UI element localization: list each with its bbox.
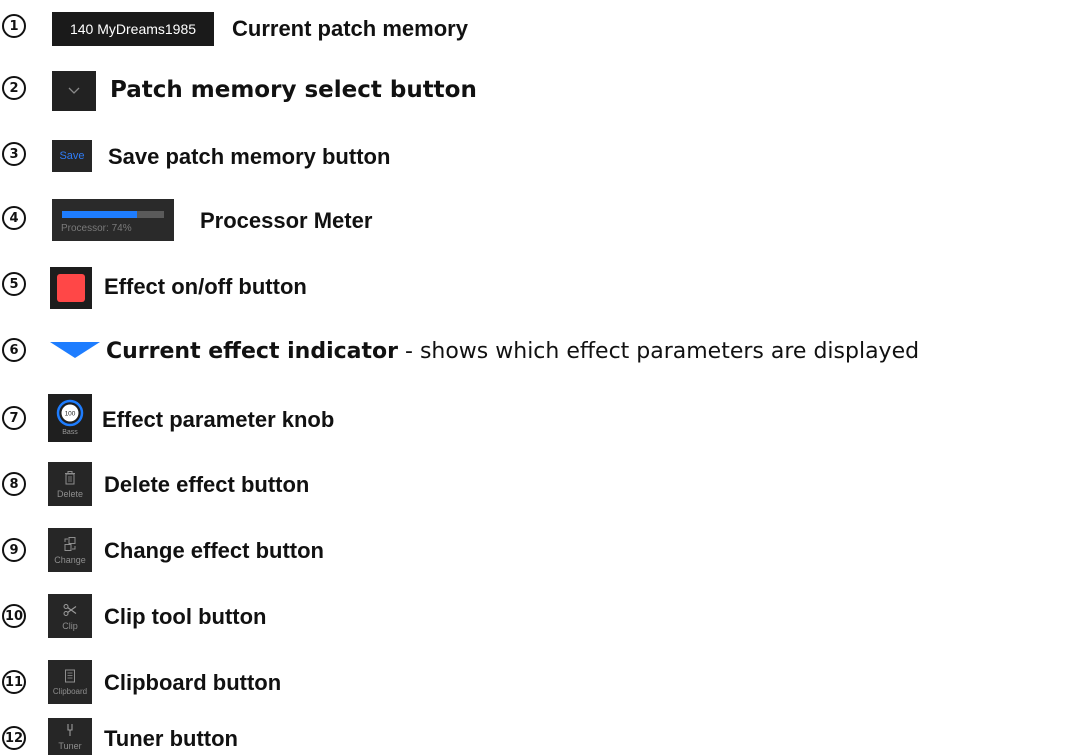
number-badge: 3 — [2, 142, 26, 166]
legend-row-7: 7 100 Bass Effect parameter knob — [0, 394, 600, 442]
legend-row-4: 4 Processor: 74% Processor Meter — [0, 198, 600, 241]
legend-row-6: 6 Current effect indicator - shows which… — [0, 330, 1090, 370]
button-label: Change — [54, 554, 86, 565]
legend-label: Processor Meter — [200, 208, 373, 233]
legend-row-1: 1 140 MyDreams1985 Current patch memory — [0, 6, 600, 46]
number-badge: 1 — [2, 14, 26, 38]
legend-row-12: 12 Tuner Tuner button — [0, 712, 600, 755]
change-effect-button[interactable]: Change — [48, 528, 92, 572]
legend-label: Patch memory select button — [110, 77, 477, 103]
legend-label: Tuner button — [104, 726, 238, 751]
current-patch-memory-display[interactable]: 140 MyDreams1985 — [52, 12, 214, 46]
button-label: Clipboard — [52, 687, 88, 696]
legend-label: Clip tool button — [104, 604, 267, 629]
effect-on-off-button[interactable] — [50, 267, 92, 309]
clipboard-button[interactable]: Clipboard — [48, 660, 92, 704]
legend-label: Save patch memory button — [108, 144, 391, 169]
legend-row-3: 3 Save Save patch memory button — [0, 134, 600, 174]
number-badge: 7 — [2, 406, 26, 430]
number-badge: 9 — [2, 538, 26, 562]
legend-label: Current effect indicator - shows which e… — [106, 339, 919, 364]
number-badge: 6 — [2, 338, 26, 362]
scissors-icon — [63, 603, 77, 616]
button-label: Clip — [62, 620, 78, 631]
legend-row-8: 8 Delete Delete effect button — [0, 462, 600, 506]
button-label: Tuner — [58, 741, 82, 751]
processor-meter-track — [62, 211, 164, 218]
legend-row-2: 2 Patch memory select button — [0, 68, 600, 111]
delete-effect-button[interactable]: Delete — [48, 462, 92, 506]
knob-icon: 100 — [56, 399, 84, 427]
trash-icon — [65, 470, 75, 484]
clip-tool-button[interactable]: Clip — [48, 594, 92, 638]
number-badge: 5 — [2, 272, 26, 296]
tuning-fork-icon — [67, 724, 73, 736]
svg-text:100: 100 — [65, 411, 76, 418]
legend-label-title: Current effect indicator — [106, 339, 399, 364]
processor-meter: Processor: 74% — [52, 199, 174, 241]
current-effect-indicator — [50, 340, 100, 362]
legend-row-9: 9 Change Change effect button — [0, 528, 600, 572]
legend-label: Change effect button — [104, 538, 324, 563]
patch-memory-select-button[interactable] — [52, 71, 96, 111]
legend-label: Clipboard button — [104, 670, 282, 695]
current-effect-indicator-icon — [50, 342, 100, 358]
legend-row-10: 10 Clip Clip tool button — [0, 594, 600, 638]
processor-meter-text: Processor: 74% — [61, 223, 132, 234]
number-badge: 12 — [2, 726, 26, 750]
legend-row-11: 11 Clipboard Clipboard button — [0, 660, 600, 704]
legend-label-desc: - shows which effect parameters are disp… — [398, 339, 920, 364]
effect-parameter-knob[interactable]: 100 Bass — [48, 394, 92, 442]
legend-label: Effect parameter knob — [102, 407, 335, 432]
legend-label: Effect on/off button — [104, 274, 307, 299]
save-patch-memory-button[interactable]: Save — [52, 140, 92, 172]
chevron-down-icon — [68, 87, 80, 94]
legend-label: Current patch memory — [232, 16, 468, 41]
number-badge: 10 — [2, 604, 26, 628]
button-label: Delete — [56, 488, 83, 499]
clipboard-icon — [65, 669, 75, 683]
knob-label: Bass — [62, 429, 78, 436]
change-icon — [64, 536, 76, 551]
number-badge: 8 — [2, 472, 26, 496]
tuner-button[interactable]: Tuner — [48, 718, 92, 755]
legend-row-5: 5 Effect on/off button — [0, 264, 600, 309]
effect-on-indicator — [57, 274, 85, 302]
number-badge: 11 — [2, 670, 26, 694]
processor-meter-fill — [62, 211, 138, 218]
number-badge: 2 — [2, 76, 26, 100]
number-badge: 4 — [2, 206, 26, 230]
legend-label: Delete effect button — [104, 472, 310, 497]
